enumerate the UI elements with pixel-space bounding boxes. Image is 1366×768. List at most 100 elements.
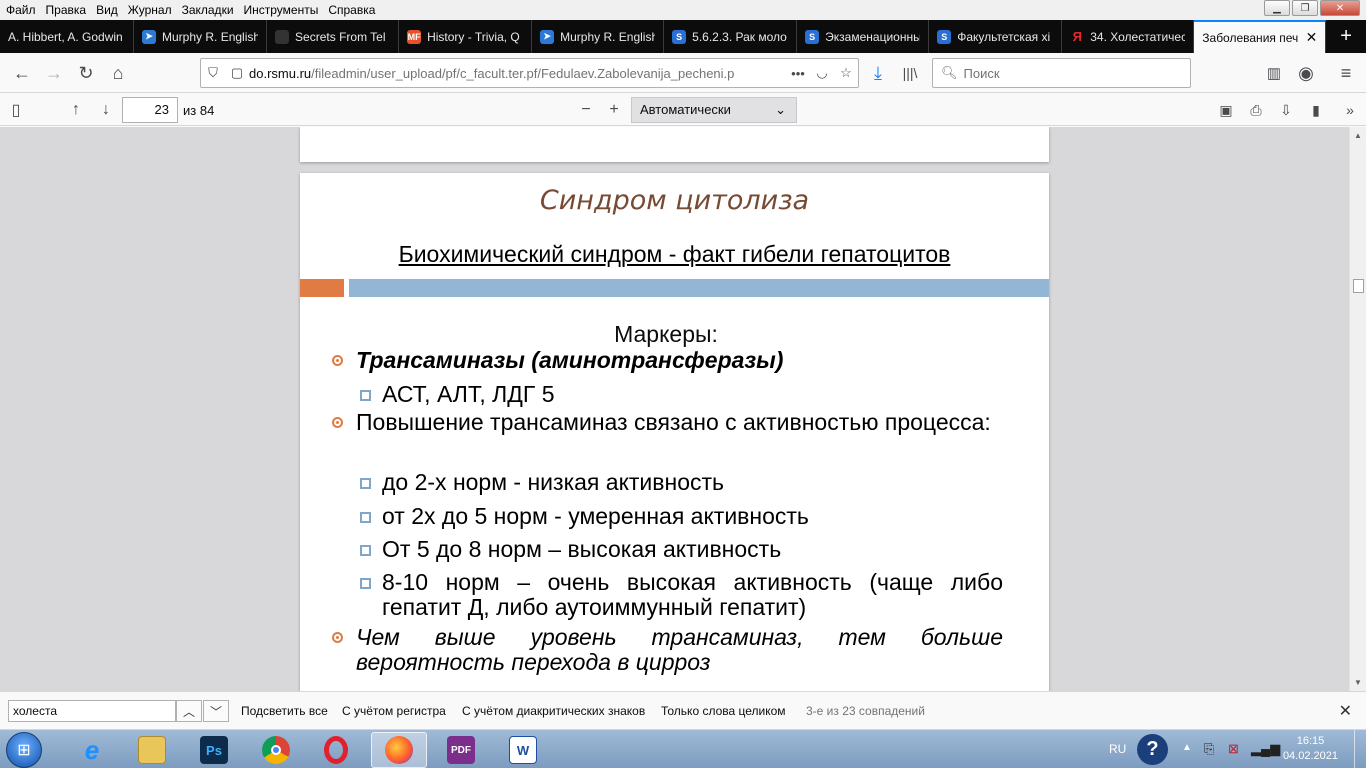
tab-label: 5.6.2.3. Рак моло xyxy=(692,29,787,44)
menu-history[interactable]: Журнал xyxy=(124,3,178,17)
maximize-button[interactable]: ❐ xyxy=(1292,0,1318,16)
find-previous-icon[interactable]: ︿ xyxy=(176,700,202,722)
firefox-icon xyxy=(385,736,413,764)
back-icon[interactable]: ← xyxy=(6,57,38,89)
bullet-cirrhosis: Чем выше уровень трансаминаз, тем больше… xyxy=(332,625,1003,675)
tab-label: Secrets From Tel xyxy=(295,29,386,44)
taskbar-ie[interactable]: e xyxy=(64,732,120,768)
tab-murphy-2[interactable]: ➤ Murphy R. English xyxy=(532,20,665,53)
find-input[interactable]: холеста xyxy=(8,700,176,722)
menu-view[interactable]: Вид xyxy=(92,3,124,17)
whole-words-toggle[interactable]: Только слова целиком xyxy=(661,704,786,718)
taskbar-word[interactable]: W xyxy=(495,732,551,768)
vertical-scrollbar[interactable]: ▲ ▼ xyxy=(1349,127,1366,691)
pocket-icon[interactable]: ◡ xyxy=(810,65,834,81)
help-icon[interactable]: ? xyxy=(1137,734,1168,765)
scroll-thumb[interactable] xyxy=(1353,279,1364,293)
taskbar-chrome[interactable] xyxy=(248,732,304,768)
save-icon[interactable]: ⇩ xyxy=(1274,94,1298,126)
network-warning-icon[interactable]: ⊠ xyxy=(1228,741,1239,757)
sub-bullet-ast: АСТ, АЛТ, ЛДГ 5 xyxy=(360,382,1002,407)
s-icon: S xyxy=(672,29,687,44)
minimize-button[interactable]: ▁ xyxy=(1264,0,1290,16)
tab-liver-diseases[interactable]: Заболевания печ ✕ xyxy=(1194,20,1327,53)
highlight-all-toggle[interactable]: Подсветить все xyxy=(241,704,328,718)
previous-page-icon[interactable]: ↑ xyxy=(64,94,88,126)
device-icon[interactable]: ⎘ xyxy=(1204,741,1214,757)
search-placeholder: Поиск xyxy=(963,65,1000,81)
presentation-icon[interactable]: ▣ xyxy=(1214,94,1238,126)
new-tab-button[interactable]: + xyxy=(1326,20,1366,53)
zoom-in-icon[interactable]: + xyxy=(603,94,625,126)
url-bar[interactable]: ⛉ ▢ do.rsmu.ru/fileadmin/user_upload/pf/… xyxy=(200,58,859,88)
tab-rak[interactable]: S 5.6.2.3. Рак моло xyxy=(664,20,798,53)
clock[interactable]: 16:15 04.02.2021 xyxy=(1283,734,1338,764)
find-next-icon[interactable]: ﹀ xyxy=(203,700,229,722)
square-bullet-icon xyxy=(360,545,371,556)
taskbar-pdf-reader[interactable]: PDF xyxy=(433,732,489,768)
pdf-toolbar: ▯ ↑ ↓ 23 из 84 − + Автоматически ⌄ ▣ ⎙ ⇩ … xyxy=(0,94,1366,126)
tab-facult[interactable]: S Факультетская хі xyxy=(929,20,1063,53)
taskbar-explorer[interactable] xyxy=(124,732,180,768)
circle-bullet-icon xyxy=(332,417,343,428)
reload-icon[interactable]: ↻ xyxy=(70,57,102,89)
close-window-button[interactable]: ✕ xyxy=(1320,0,1360,16)
menu-bookmarks[interactable]: Закладки xyxy=(178,3,240,17)
signal-icon[interactable]: ▂▄▆ xyxy=(1251,741,1280,757)
menu-file[interactable]: Файл xyxy=(2,3,42,17)
taskbar-firefox[interactable] xyxy=(371,732,427,768)
match-diacritics-toggle[interactable]: С учётом диакритических знаков xyxy=(462,704,645,718)
s-icon: S xyxy=(937,29,952,44)
taskbar-photoshop[interactable]: Ps xyxy=(186,732,242,768)
page-number-input[interactable]: 23 xyxy=(122,97,178,123)
menu-help[interactable]: Справка xyxy=(324,3,381,17)
tools-chevron-icon[interactable]: » xyxy=(1338,94,1362,126)
tab-cholestatic[interactable]: Я 34. Холестатичес xyxy=(1062,20,1195,53)
print-icon[interactable]: ⎙ xyxy=(1244,94,1268,126)
show-hidden-icons-icon[interactable]: ▲ xyxy=(1182,742,1192,753)
scroll-up-icon[interactable]: ▲ xyxy=(1354,131,1362,140)
sidebar-toggle-icon[interactable]: ▯ xyxy=(4,94,28,126)
pdf-viewer[interactable]: Синдром цитолиза Биохимический синдром -… xyxy=(0,127,1366,691)
library-icon[interactable]: |||\ xyxy=(894,57,926,89)
close-find-icon[interactable]: ✕ xyxy=(1339,701,1352,721)
taskbar-opera[interactable] xyxy=(308,732,364,768)
menu-hamburger-icon[interactable]: ≡ xyxy=(1330,57,1362,89)
show-desktop-button[interactable] xyxy=(1354,730,1366,768)
zoom-select[interactable]: Автоматически ⌄ xyxy=(631,97,797,123)
menu-edit[interactable]: Правка xyxy=(42,3,93,17)
search-input[interactable]: 🔍︎ Поиск xyxy=(932,58,1191,88)
shield-icon[interactable]: ⛉ xyxy=(201,65,225,81)
tab-hibbert[interactable]: A. Hibbert, A. Godwin xyxy=(0,20,135,53)
tab-exam[interactable]: S Экзаменационны xyxy=(797,20,930,53)
tab-murphy-1[interactable]: ➤ Murphy R. English xyxy=(134,20,268,53)
tab-secrets[interactable]: Secrets From Tel xyxy=(267,20,400,53)
page-info-icon[interactable]: ▢ xyxy=(225,65,249,81)
sidebar-icon[interactable]: ▥ xyxy=(1258,57,1290,89)
downloads-icon[interactable]: ⤓ xyxy=(862,57,894,89)
close-tab-icon[interactable]: ✕ xyxy=(1306,29,1318,46)
nav-bar: ← → ↻ ⌂ ⛉ ▢ do.rsmu.ru/fileadmin/user_up… xyxy=(0,53,1366,93)
zoom-out-icon[interactable]: − xyxy=(575,94,597,126)
next-page-icon[interactable]: ↓ xyxy=(94,94,118,126)
tab-history-trivia[interactable]: MF History - Trivia, Q xyxy=(399,20,533,53)
home-icon[interactable]: ⌂ xyxy=(102,57,134,89)
bird-icon: ➤ xyxy=(540,29,555,44)
taskbar: ⊞ e Ps PDF W RU ? ▲ ⎘ ⊠ ▂▄▆ 16:15 04.02.… xyxy=(0,729,1366,768)
account-icon[interactable]: ◉ xyxy=(1290,57,1322,89)
bookmark-star-icon[interactable]: ☆ xyxy=(834,65,858,81)
forward-icon[interactable]: → xyxy=(38,57,70,89)
start-button[interactable]: ⊞ xyxy=(6,732,42,768)
language-indicator[interactable]: RU xyxy=(1109,742,1126,756)
tab-label: Заболевания печ xyxy=(1202,30,1298,45)
url-text[interactable]: do.rsmu.ru/fileadmin/user_upload/pf/c_fa… xyxy=(249,66,786,81)
photoshop-icon: Ps xyxy=(200,736,228,764)
sub-bullet-low: до 2-х норм - низкая активность xyxy=(360,470,1003,495)
menu-tools[interactable]: Инструменты xyxy=(240,3,325,17)
match-case-toggle[interactable]: С учётом регистра xyxy=(342,704,446,718)
bookmark-icon[interactable]: ▮ xyxy=(1304,94,1328,126)
bullet-text: от 2х до 5 норм - умеренная активность xyxy=(382,503,809,529)
more-actions-icon[interactable]: ••• xyxy=(786,66,810,81)
tab-strip: A. Hibbert, A. Godwin ➤ Murphy R. English… xyxy=(0,20,1366,53)
scroll-down-icon[interactable]: ▼ xyxy=(1354,678,1362,687)
